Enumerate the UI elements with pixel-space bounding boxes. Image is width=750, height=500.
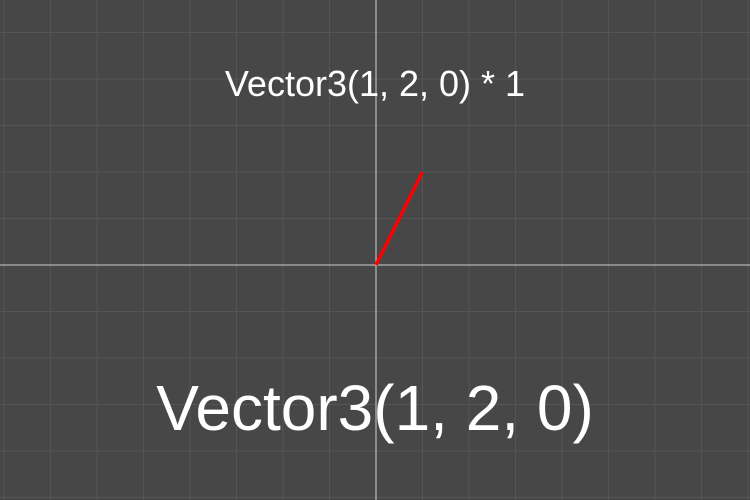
expression-label: Vector3(1, 2, 0) * 1 [224,63,526,104]
scene-viewport[interactable]: Vector3(1, 2, 0) * 1 Vector3(1, 2, 0) [0,0,750,500]
vector-label: Vector3(1, 2, 0) [156,372,594,444]
